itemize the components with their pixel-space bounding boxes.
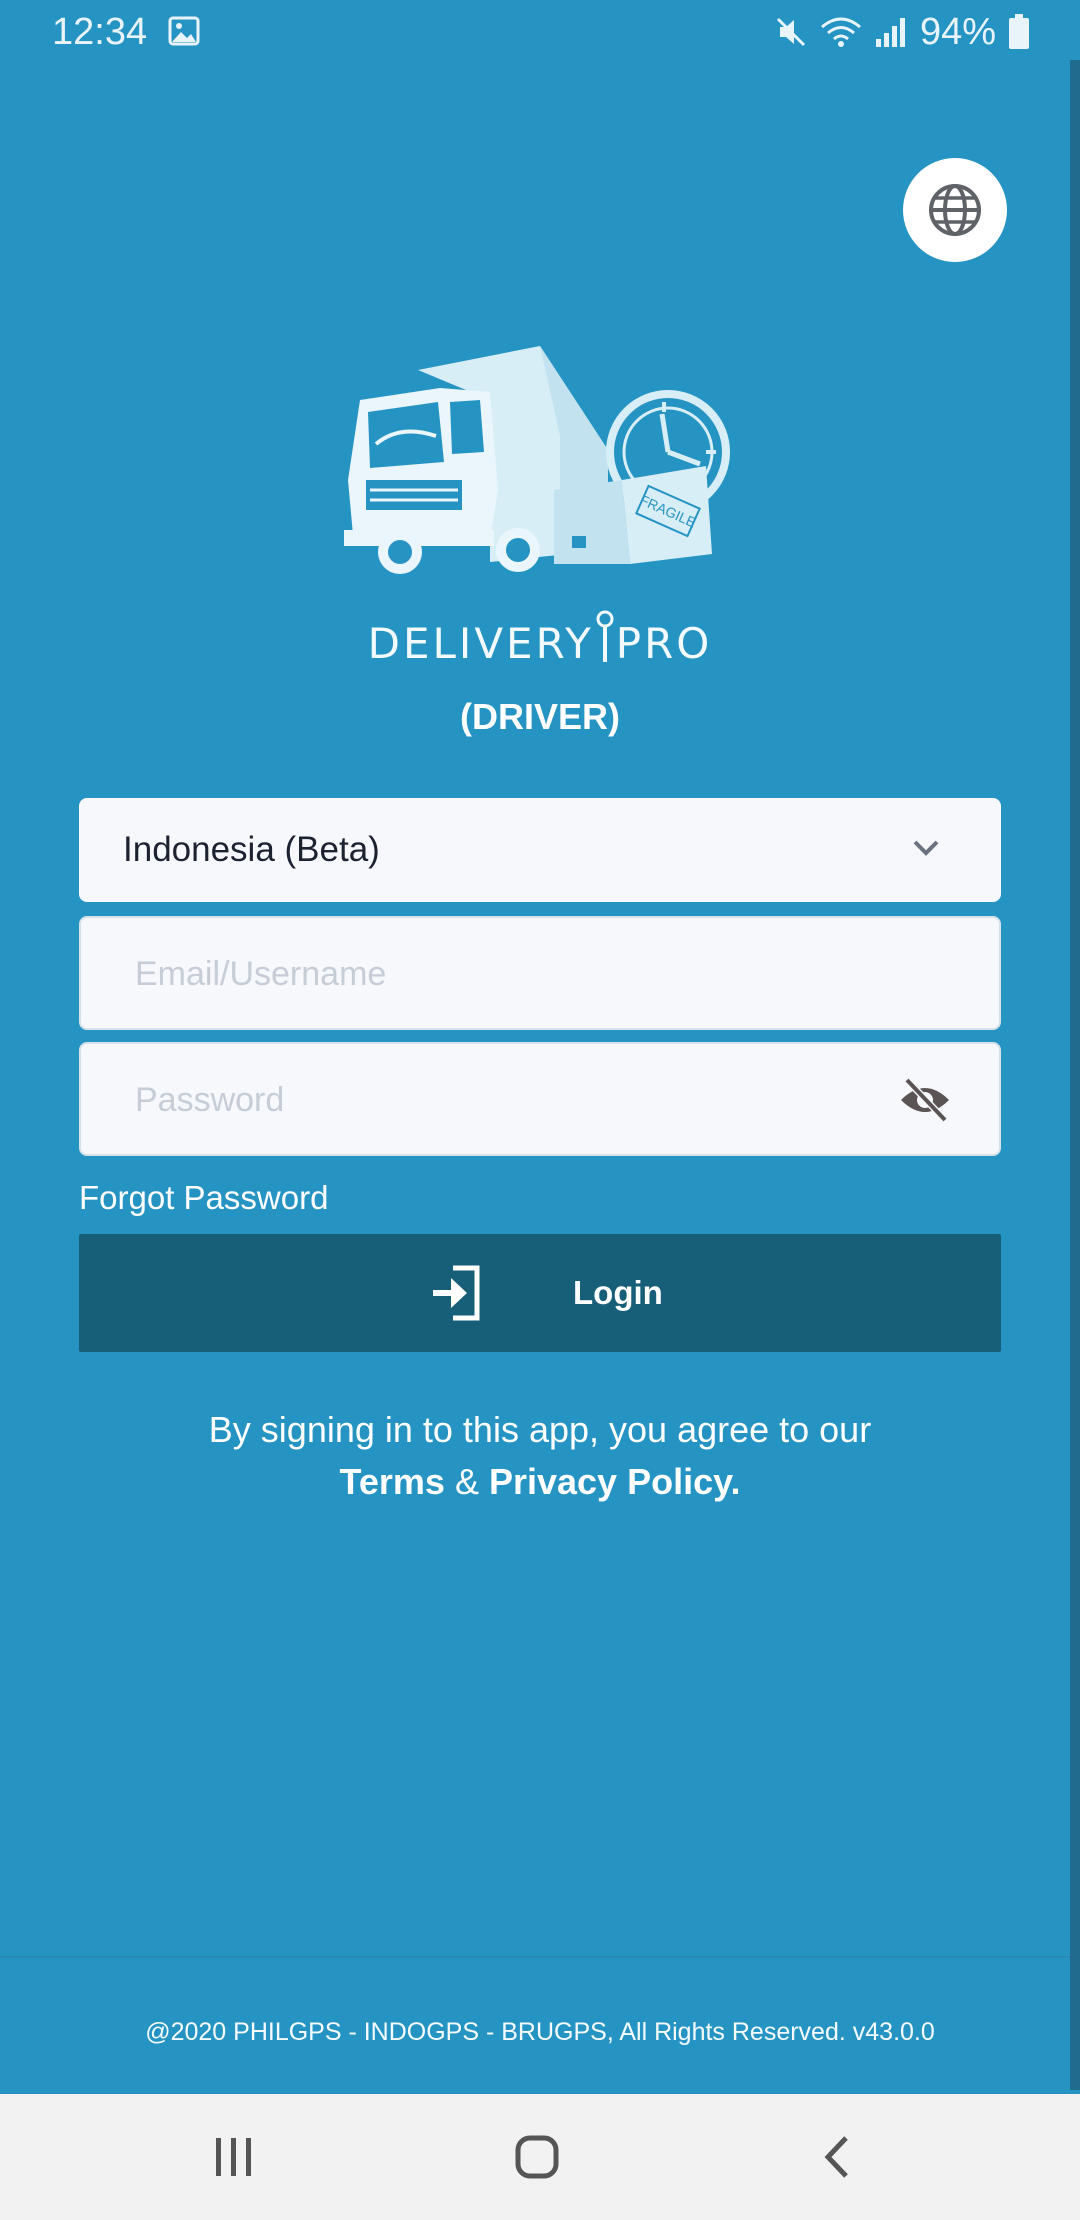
password-field-container <box>79 1042 1001 1156</box>
battery-percent: 94% <box>919 11 996 53</box>
brand-right: PRO <box>615 619 713 668</box>
navigation-bar <box>0 2094 1080 2220</box>
delivery-truck-logo: FRAGILE <box>344 346 730 574</box>
eye-off-icon[interactable] <box>897 1076 953 1124</box>
role-label: (DRIVER) <box>460 696 620 737</box>
brand-name: DELIVERY PRO <box>0 610 1080 668</box>
password-input[interactable] <box>133 1044 897 1156</box>
recent-apps-icon[interactable] <box>212 2134 256 2180</box>
status-time: 12:34 <box>52 11 148 53</box>
brand-left: DELIVERY <box>367 619 594 668</box>
status-bar: 12:34 94% <box>0 0 1080 64</box>
battery-icon <box>1009 14 1029 49</box>
footer-divider <box>0 1956 1070 1958</box>
terms-link[interactable]: Terms <box>340 1461 445 1502</box>
pin-icon <box>596 610 614 662</box>
status-icons: 94% <box>774 8 1030 56</box>
language-button[interactable] <box>903 158 1007 262</box>
globe-icon <box>929 184 981 236</box>
signal-icon <box>875 18 905 47</box>
chevron-down-icon <box>913 840 939 856</box>
home-icon[interactable] <box>514 2134 560 2180</box>
terms-notice: By signing in to this app, you agree to … <box>0 1404 1080 1508</box>
login-icon <box>433 1265 480 1321</box>
footer-copyright: @2020 PHILGPS - INDOGPS - BRUGPS, All Ri… <box>145 2018 935 2046</box>
email-field-container <box>79 916 1001 1030</box>
login-screen: 12:34 94% FRAGILE DELIVERY PRO (DRIVER) … <box>0 0 1080 2220</box>
mute-icon <box>776 17 805 47</box>
forgot-password-link[interactable]: Forgot Password <box>79 1176 328 1220</box>
image-icon <box>168 16 200 46</box>
terms-ampersand: & <box>444 1461 489 1502</box>
terms-links-line: Terms & Privacy Policy. <box>0 1456 1080 1508</box>
back-icon[interactable] <box>822 2134 852 2180</box>
privacy-policy-link[interactable]: Privacy Policy. <box>489 1461 741 1502</box>
scroll-edge <box>1070 60 1080 2090</box>
terms-line: By signing in to this app, you agree to … <box>208 1409 872 1450</box>
login-button[interactable]: Login <box>79 1234 1001 1352</box>
country-select-value: Indonesia (Beta) <box>123 830 380 869</box>
login-label: Login <box>573 1274 663 1311</box>
wifi-icon <box>820 17 861 47</box>
email-input[interactable] <box>133 918 897 1030</box>
country-select[interactable]: Indonesia (Beta) <box>79 798 1001 902</box>
